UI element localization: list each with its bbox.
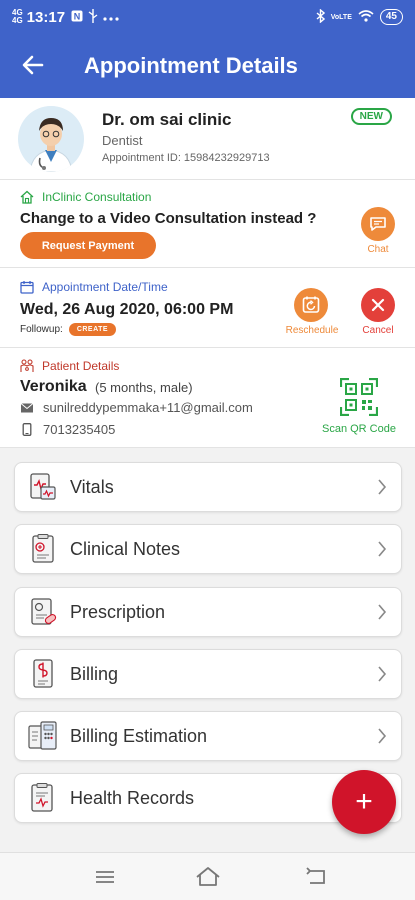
- usb-icon: [88, 8, 98, 26]
- back-arrow-icon[interactable]: [0, 51, 66, 82]
- chat-icon: [370, 217, 386, 231]
- clinical-notes-icon: [32, 534, 54, 563]
- reschedule-label: Reschedule: [285, 325, 339, 336]
- patient-family-icon: [20, 359, 34, 372]
- appointment-id: Appointment ID: 15984232929713: [102, 152, 270, 164]
- menu-item-clinical-notes[interactable]: Clinical Notes: [14, 524, 402, 574]
- mail-icon: [20, 402, 34, 412]
- reschedule-icon: [302, 296, 320, 313]
- patient-email: sunilreddypemmaka+11@gmail.com: [43, 400, 253, 415]
- doctor-name: Dr. om sai clinic: [102, 110, 232, 129]
- scan-qr-code-label[interactable]: Scan QR Code: [318, 423, 400, 435]
- chevron-right-icon: [378, 728, 387, 744]
- menu-item-billing[interactable]: Billing: [14, 649, 402, 699]
- menu-item-vitals[interactable]: Vitals: [14, 462, 402, 512]
- status-bar: 4G 4G 13:17 N VoLTE 45: [0, 0, 415, 34]
- menu-item-billing-estimation[interactable]: Billing Estimation: [14, 711, 402, 761]
- close-icon: [371, 298, 385, 312]
- appointment-datetime: Wed, 26 Aug 2020, 06:00 PM: [20, 301, 234, 318]
- volte-icon: VoLTE: [330, 13, 352, 21]
- followup-row: Followup: CREATE: [20, 323, 117, 336]
- reschedule-button[interactable]: [294, 288, 328, 322]
- calendar-icon: [20, 281, 34, 294]
- request-payment-button[interactable]: Request Payment: [20, 232, 156, 259]
- n-badge-icon: N: [71, 10, 83, 25]
- patient-phone: 7013235405: [43, 422, 116, 437]
- create-followup-button[interactable]: CREATE: [68, 323, 117, 336]
- billing-icon: [33, 659, 53, 688]
- chevron-right-icon: [378, 479, 387, 495]
- health-records-icon: [31, 783, 53, 812]
- vitals-icon: [30, 473, 56, 500]
- patient-details-heading: Patient Details: [20, 359, 119, 373]
- patient-email-row: sunilreddypemmaka+11@gmail.com: [20, 400, 253, 415]
- wifi-icon: [358, 9, 374, 25]
- prescription-icon: [31, 598, 57, 625]
- back-nav-icon[interactable]: [302, 863, 332, 891]
- phone-icon: [22, 423, 32, 436]
- billing-estimation-icon: [28, 721, 57, 750]
- qr-code-icon[interactable]: [340, 378, 378, 416]
- app-bar: Appointment Details: [0, 34, 415, 98]
- battery-icon: 45: [379, 9, 403, 25]
- doctor-specialty: Dentist: [102, 133, 143, 148]
- clinic-home-icon: [20, 190, 34, 204]
- new-badge: NEW: [350, 108, 392, 125]
- add-fab-button[interactable]: +: [332, 770, 396, 834]
- video-consultation-question: Change to a Video Consultation instead ?: [20, 210, 317, 227]
- patient-details-card: Patient Details Veronika (5 months, male…: [0, 348, 415, 448]
- plus-icon: +: [355, 785, 373, 818]
- chat-button[interactable]: [361, 207, 395, 241]
- network-indicator: 4G 4G: [12, 8, 23, 25]
- chevron-right-icon: [378, 666, 387, 682]
- consultation-card: InClinic Consultation Change to a Video …: [0, 180, 415, 268]
- followup-label: Followup:: [20, 324, 63, 335]
- more-dots-icon: [103, 10, 119, 24]
- chevron-right-icon: [378, 604, 387, 620]
- cancel-label: Cancel: [362, 325, 394, 336]
- system-navigation-bar: [0, 852, 415, 900]
- page-title: Appointment Details: [84, 53, 298, 78]
- doctor-card: Dr. om sai clinic Dentist Appointment ID…: [0, 98, 415, 180]
- chat-label: Chat: [367, 244, 389, 255]
- chevron-right-icon: [378, 541, 387, 557]
- appointment-datetime-card: Appointment Date/Time Wed, 26 Aug 2020, …: [0, 268, 415, 348]
- consultation-heading: InClinic Consultation: [20, 190, 151, 204]
- status-time: 13:17: [26, 8, 66, 26]
- menu-lines-icon[interactable]: [90, 863, 120, 891]
- home-icon[interactable]: [193, 863, 223, 891]
- patient-phone-row: 7013235405: [20, 422, 115, 437]
- patient-age-gender: (5 months, male): [95, 380, 193, 395]
- menu-item-prescription[interactable]: Prescription: [14, 587, 402, 637]
- cancel-button[interactable]: [361, 288, 395, 322]
- doctor-avatar: [18, 106, 84, 172]
- appointment-datetime-heading: Appointment Date/Time: [20, 280, 168, 294]
- svg-text:N: N: [74, 11, 81, 21]
- bluetooth-icon: [316, 7, 325, 26]
- patient-name: Veronika: [20, 378, 87, 395]
